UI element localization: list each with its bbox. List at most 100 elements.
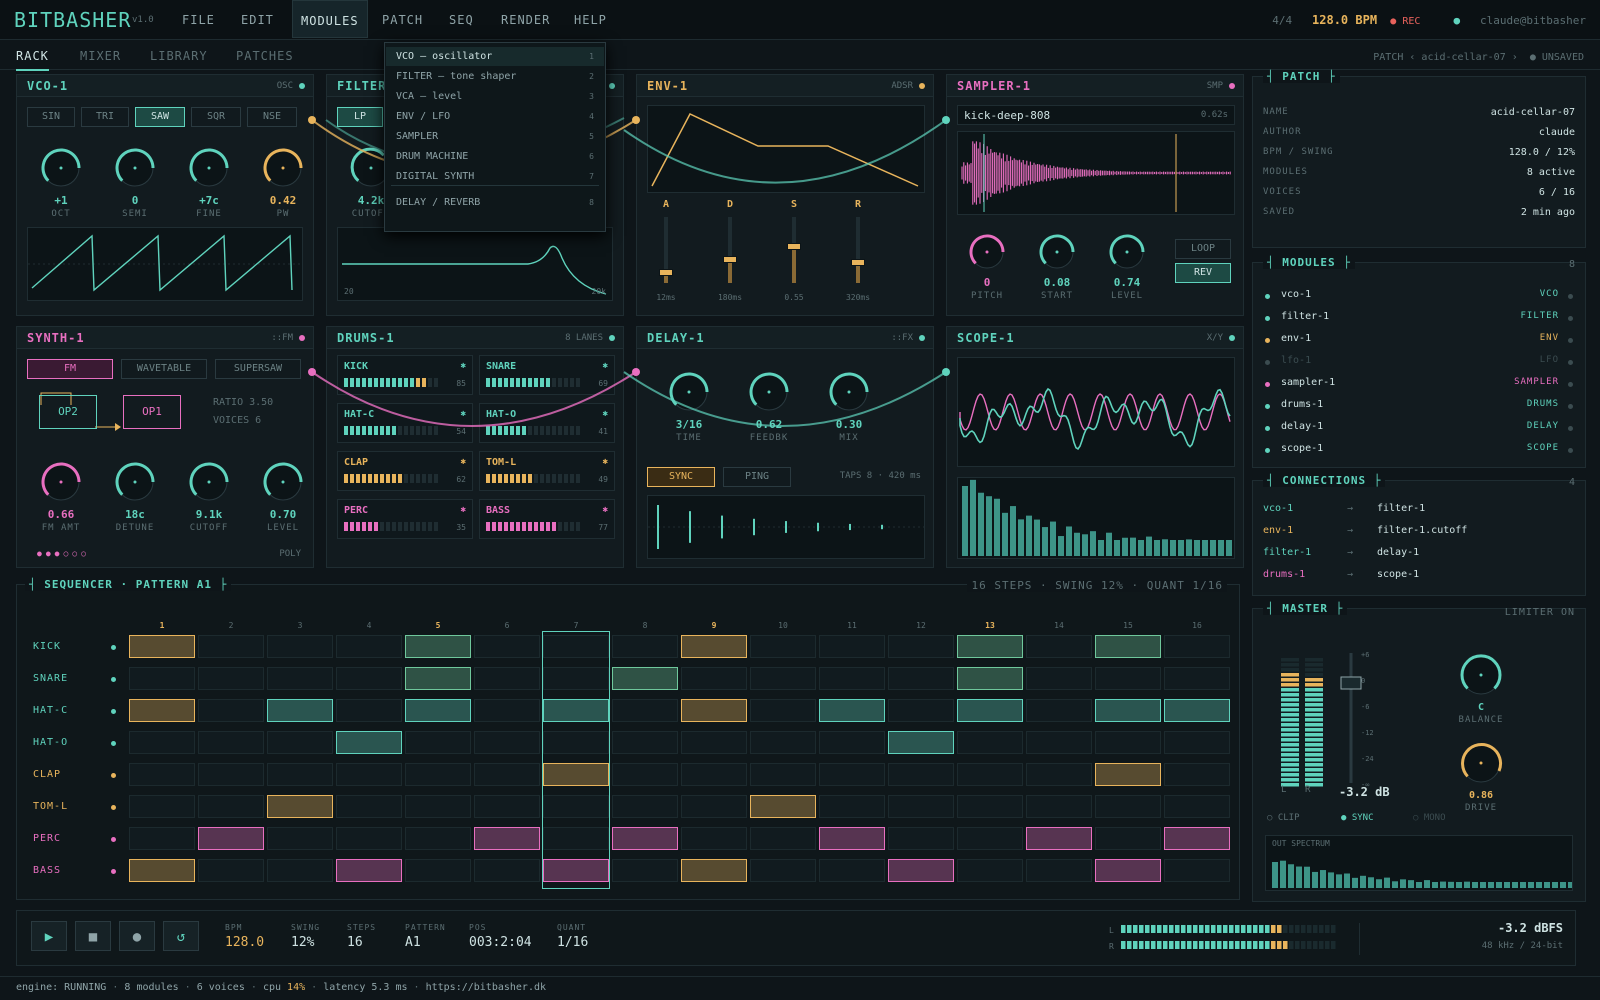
mode-supersaw-button[interactable]: SUPERSAW [215, 359, 301, 379]
wave-sin-button[interactable]: SIN [27, 107, 75, 127]
transport-field-pos[interactable]: POS 003:2:04 [469, 923, 532, 950]
rec-indicator[interactable]: ● REC [1390, 16, 1420, 27]
step-cell[interactable] [612, 763, 678, 786]
pw-knob[interactable]: 0.42 PW [253, 145, 313, 219]
step-cell[interactable] [405, 827, 471, 850]
module-item-lfo-1[interactable]: lfo-1 LFO [1263, 355, 1575, 375]
step-cell[interactable] [474, 763, 540, 786]
step-cell[interactable] [681, 731, 747, 754]
step-cell[interactable] [198, 731, 264, 754]
module-item-drums-1[interactable]: drums-1 DRUMS [1263, 399, 1575, 419]
step-cell[interactable] [819, 859, 885, 882]
step-cell[interactable] [750, 731, 816, 754]
step-cell[interactable] [405, 795, 471, 818]
loop-toggle[interactable]: LOOP [1175, 239, 1231, 259]
step-cell[interactable] [336, 763, 402, 786]
menu-item-vco[interactable]: VCO — oscillator 1 [386, 47, 604, 66]
module-item-vco-1[interactable]: vco-1 VCO [1263, 289, 1575, 309]
menu-item-vca[interactable]: VCA — level 3 [386, 87, 604, 106]
step-cell[interactable] [267, 667, 333, 690]
step-cell[interactable] [750, 795, 816, 818]
tab-rack[interactable]: RACK [16, 49, 49, 71]
drum-lane-perc[interactable]: PERC ✱ 35 [337, 499, 473, 539]
step-cell[interactable] [1026, 699, 1092, 722]
lane-label-hat-c[interactable]: HAT-C [33, 705, 68, 716]
step-cell[interactable] [681, 667, 747, 690]
step-cell[interactable] [405, 859, 471, 882]
transport-field-pattern[interactable]: PATTERN A1 [405, 923, 446, 950]
step-cell[interactable] [1026, 763, 1092, 786]
semi-knob[interactable]: 0 SEMI [105, 145, 165, 219]
step-cell[interactable] [1095, 795, 1161, 818]
step-cell[interactable] [129, 795, 195, 818]
step-cell[interactable] [129, 635, 195, 658]
drum-lane-kick[interactable]: KICK ✱ 85 [337, 355, 473, 395]
step-cell[interactable] [681, 699, 747, 722]
drum-lane-hat-c[interactable]: HAT-C ✱ 54 [337, 403, 473, 443]
menu-item-digital[interactable]: DIGITAL SYNTH 7 [386, 167, 604, 186]
step-cell[interactable] [129, 859, 195, 882]
step-cell[interactable] [888, 731, 954, 754]
module-item-env-1[interactable]: env-1 ENV [1263, 333, 1575, 353]
step-cell[interactable] [267, 859, 333, 882]
step-cell[interactable] [336, 827, 402, 850]
step-cell[interactable] [198, 763, 264, 786]
lane-label-hat-o[interactable]: HAT-O [33, 737, 68, 748]
module-item-delay-1[interactable]: delay-1 DELAY [1263, 421, 1575, 441]
menu-render[interactable]: RENDER [493, 0, 558, 38]
step-cell[interactable] [819, 635, 885, 658]
detune-knob[interactable]: 18c DETUNE [105, 459, 165, 533]
menu-item-env[interactable]: ENV / LFO 4 [386, 107, 604, 126]
step-cell[interactable] [336, 635, 402, 658]
balance-knob[interactable]: C BALANCE [1451, 651, 1511, 725]
connection-item[interactable]: filter-1 → delay-1 [1263, 547, 1575, 567]
step-cell[interactable] [888, 827, 954, 850]
step-cell[interactable] [1164, 795, 1230, 818]
step-cell[interactable] [1026, 667, 1092, 690]
step-cell[interactable] [957, 827, 1023, 850]
step-cell[interactable] [1026, 827, 1092, 850]
step-cell[interactable] [750, 699, 816, 722]
step-cell[interactable] [474, 795, 540, 818]
step-cell[interactable] [1164, 859, 1230, 882]
lane-label-bass[interactable]: BASS [33, 865, 61, 876]
step-cell[interactable] [198, 699, 264, 722]
step-cell[interactable] [1095, 699, 1161, 722]
step-cell[interactable] [198, 795, 264, 818]
step-cell[interactable] [129, 731, 195, 754]
step-cell[interactable] [750, 763, 816, 786]
step-cell[interactable] [267, 699, 333, 722]
step-cell[interactable] [1164, 731, 1230, 754]
step-cell[interactable] [198, 827, 264, 850]
breadcrumb-path[interactable]: PATCH ‹ acid-cellar-07 › [1373, 52, 1518, 63]
step-cell[interactable] [405, 731, 471, 754]
stop-button[interactable]: ■ [75, 921, 111, 951]
time-knob[interactable]: 3/16 TIME [659, 369, 719, 443]
step-cell[interactable] [612, 635, 678, 658]
step-cell[interactable] [1095, 763, 1161, 786]
step-cell[interactable] [1026, 859, 1092, 882]
step-cell[interactable] [474, 859, 540, 882]
menu-file[interactable]: FILE [174, 0, 223, 38]
step-cell[interactable] [681, 635, 747, 658]
step-cell[interactable] [474, 667, 540, 690]
enable-dot-icon[interactable] [1568, 448, 1573, 453]
step-cell[interactable] [819, 731, 885, 754]
drum-lane-tom-l[interactable]: TOM-L ✱ 49 [479, 451, 615, 491]
step-cell[interactable] [957, 859, 1023, 882]
step-cell[interactable] [267, 827, 333, 850]
step-cell[interactable] [612, 731, 678, 754]
slider-d-handle[interactable] [723, 256, 737, 263]
step-cell[interactable] [612, 699, 678, 722]
step-cell[interactable] [336, 859, 402, 882]
step-cell[interactable] [957, 795, 1023, 818]
level-knob[interactable]: 0.74 LEVEL [1097, 231, 1157, 301]
menu-help[interactable]: HELP [566, 0, 615, 38]
oct-knob[interactable]: +1 OCT [31, 145, 91, 219]
step-cell[interactable] [957, 731, 1023, 754]
menu-modules[interactable]: MODULES [292, 0, 368, 38]
step-cell[interactable] [750, 859, 816, 882]
step-cell[interactable] [1095, 827, 1161, 850]
step-cell[interactable] [819, 699, 885, 722]
step-cell[interactable] [1095, 731, 1161, 754]
